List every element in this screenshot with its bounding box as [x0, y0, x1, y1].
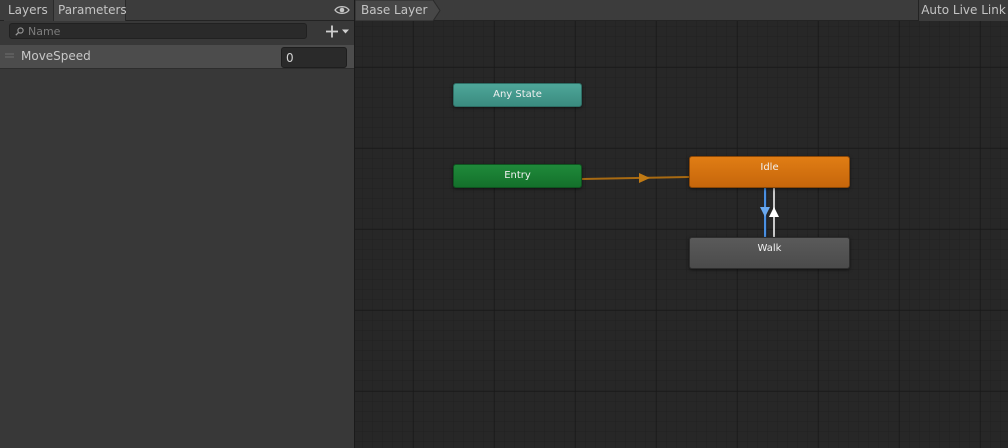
state-node-idle[interactable]: Idle — [689, 156, 850, 188]
breadcrumb-base-layer[interactable]: Base Layer — [361, 0, 428, 21]
search-box[interactable] — [9, 23, 307, 39]
search-input[interactable] — [28, 24, 303, 38]
graph-toolbar: Base Layer Auto Live Link — [355, 0, 1008, 21]
tab-parameters[interactable]: Parameters — [53, 0, 127, 21]
search-icon — [15, 27, 24, 36]
parameter-value-field[interactable] — [281, 47, 347, 68]
state-node-entry[interactable]: Entry — [453, 164, 582, 188]
left-toolbar: Layers Parameters — [0, 0, 354, 21]
graph-canvas — [355, 0, 1008, 448]
parameters-panel: Layers Parameters MoveSpeed — [0, 0, 354, 448]
state-machine-graph[interactable]: Base Layer Auto Live Link Any State Entr… — [355, 0, 1008, 448]
add-parameter-button[interactable] — [322, 23, 350, 40]
auto-live-link-button[interactable]: Auto Live Link — [918, 0, 1008, 21]
state-node-walk[interactable]: Walk — [689, 237, 850, 269]
parameter-row[interactable]: MoveSpeed — [0, 45, 354, 69]
parameter-name[interactable]: MoveSpeed — [21, 49, 91, 63]
state-node-any-state[interactable]: Any State — [453, 83, 582, 107]
search-row — [0, 21, 354, 42]
tab-layers[interactable]: Layers — [4, 0, 53, 21]
drag-handle-icon[interactable] — [5, 53, 14, 58]
eye-icon[interactable] — [334, 4, 350, 16]
